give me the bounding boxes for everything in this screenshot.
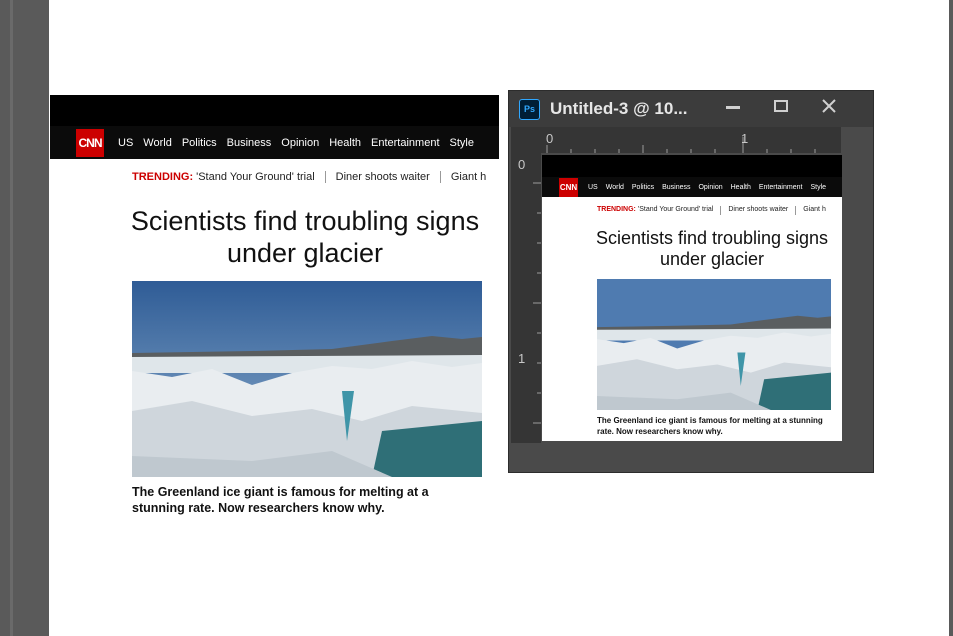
ruler-top-label-0: 0 bbox=[546, 131, 554, 146]
maximize-icon bbox=[774, 100, 788, 112]
trending-item: Giant h bbox=[803, 206, 826, 213]
document-title: Untitled-3 @ 10... bbox=[550, 99, 688, 118]
ruler-top-label-1: 1 bbox=[741, 131, 749, 146]
nav-opinion: Opinion bbox=[698, 183, 723, 191]
nav-us: US bbox=[588, 183, 598, 191]
trending-item: Giant h bbox=[450, 171, 487, 183]
ruler-corner bbox=[511, 127, 541, 153]
nav-entertainment: Entertainment bbox=[371, 136, 440, 149]
ruler-left-label-0: 0 bbox=[518, 157, 526, 172]
trending-bar: TRENDING: 'Stand Your Ground' trial Dine… bbox=[597, 206, 842, 215]
cnn-logo: CNN bbox=[559, 177, 578, 197]
cnn-nav: CNN US World Politics Business Opinion H… bbox=[50, 126, 499, 159]
nav-entertainment: Entertainment bbox=[758, 183, 803, 191]
nav-world: World bbox=[605, 183, 624, 191]
trending-label: TRENDING: bbox=[132, 171, 194, 183]
nav-opinion: Opinion bbox=[281, 136, 320, 149]
close-button[interactable] bbox=[805, 91, 853, 121]
nav-health: Health bbox=[329, 136, 362, 149]
article-headline: Scientists find troubling signs under gl… bbox=[595, 228, 829, 269]
horizontal-scrollbar[interactable] bbox=[511, 443, 867, 463]
ruler-left-label-1: 1 bbox=[518, 351, 526, 366]
nav-business: Business bbox=[662, 183, 691, 191]
cnn-logo: CNN bbox=[76, 128, 104, 157]
minimize-icon bbox=[726, 106, 740, 109]
minimize-button[interactable] bbox=[709, 91, 757, 121]
vertical-scrollbar[interactable] bbox=[842, 153, 868, 443]
maximize-button[interactable] bbox=[757, 91, 805, 121]
right-panel bbox=[949, 0, 953, 636]
ruler-vertical: 0 1 bbox=[511, 153, 541, 443]
trending-item: Diner shoots waiter bbox=[335, 171, 430, 183]
document-canvas[interactable]: CNN US World Politics Business Opinion H… bbox=[542, 155, 842, 441]
nav-health: Health bbox=[730, 183, 751, 191]
glacier-photo bbox=[597, 279, 831, 410]
photoshop-window[interactable]: Ps Untitled-3 @ 10... 0 1 0 1 CNN US Wor… bbox=[508, 90, 874, 473]
ruler-horizontal: 0 1 bbox=[541, 127, 841, 153]
nav-us: US bbox=[118, 136, 134, 149]
glacier-photo bbox=[132, 281, 482, 477]
trending-label: TRENDING: bbox=[597, 206, 636, 213]
trending-bar: TRENDING: 'Stand Your Ground' trial Dine… bbox=[132, 171, 499, 183]
nav-politics: Politics bbox=[181, 136, 217, 149]
nav-style: Style bbox=[810, 183, 827, 191]
trending-item: Diner shoots waiter bbox=[728, 206, 789, 213]
article-caption: The Greenland ice giant is famous for me… bbox=[132, 485, 429, 515]
nav-business: Business bbox=[226, 136, 272, 149]
cnn-snapshot: CNN US World Politics Business Opinion H… bbox=[50, 95, 499, 523]
trending-item: 'Stand Your Ground' trial bbox=[196, 171, 315, 183]
nav-politics: Politics bbox=[631, 183, 655, 191]
left-panel bbox=[0, 0, 49, 636]
close-icon bbox=[822, 99, 836, 113]
nav-style: Style bbox=[449, 136, 474, 149]
article-caption: The Greenland ice giant is famous for me… bbox=[597, 416, 823, 436]
article-headline: Scientists find troubling signs under gl… bbox=[130, 206, 480, 268]
window-titlebar[interactable]: Ps Untitled-3 @ 10... bbox=[509, 91, 873, 127]
nav-world: World bbox=[143, 136, 172, 149]
photoshop-icon: Ps bbox=[519, 98, 540, 120]
trending-item: 'Stand Your Ground' trial bbox=[637, 206, 714, 213]
cnn-topbar bbox=[50, 95, 499, 126]
